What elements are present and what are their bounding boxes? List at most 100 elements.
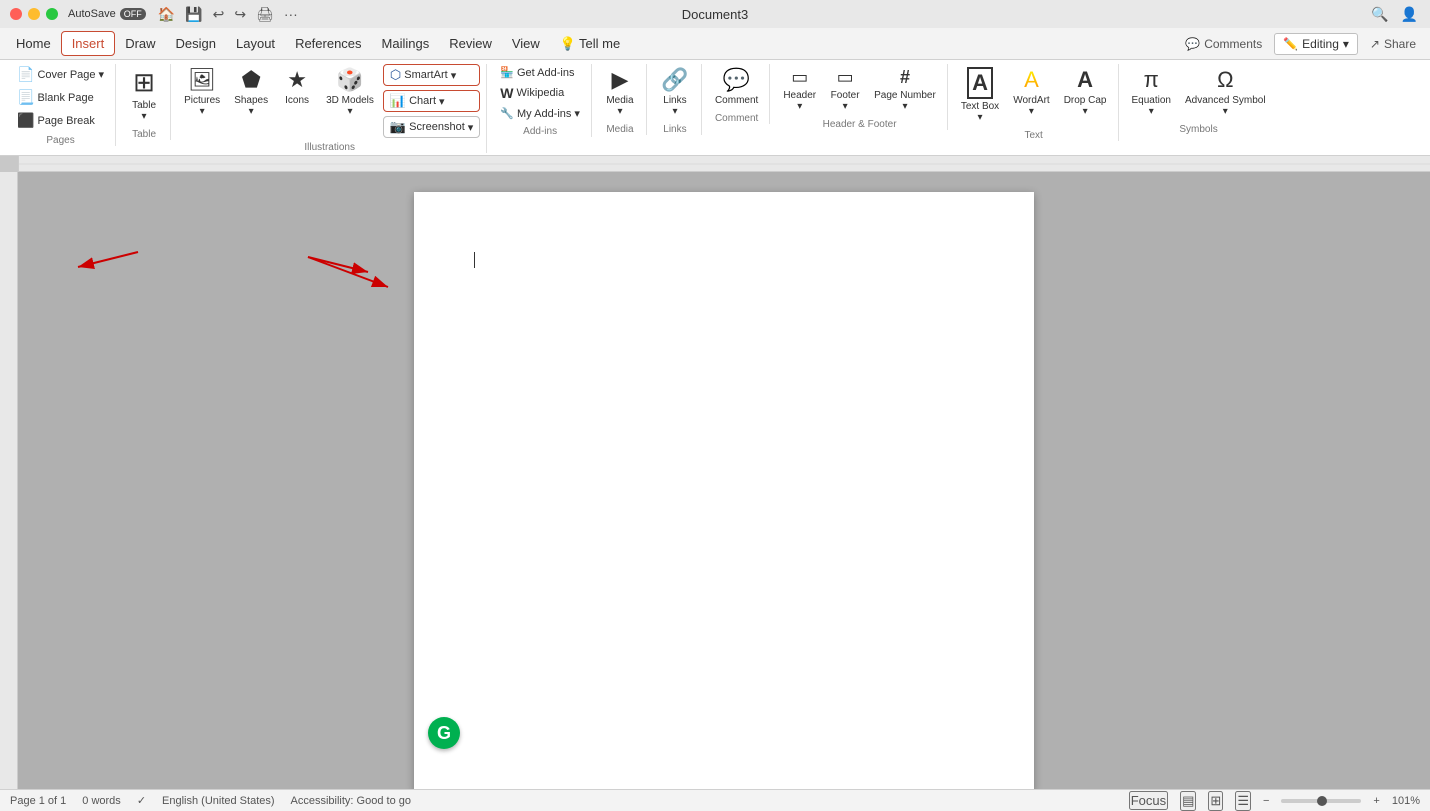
share-button[interactable]: ↗ Share [1362, 34, 1424, 54]
accessibility-info: Accessibility: Good to go [291, 795, 411, 807]
blank-page-button[interactable]: 📃 Blank Page [12, 87, 109, 108]
screenshot-dropdown: ▾ [468, 121, 474, 134]
document-scroll-area[interactable]: G [18, 172, 1430, 789]
print-button[interactable]: 🖨 [254, 4, 276, 25]
advanced-symbol-icon: Ω [1217, 67, 1233, 93]
illustrations-content: 🖼 Pictures ▾ ⬟ Shapes ▾ ★ Icons 🎲 3D Mod… [179, 64, 480, 138]
ribbon-group-symbols: π Equation ▾ Ω Advanced Symbol ▾ Symbols [1121, 64, 1277, 135]
text-box-button[interactable]: A Text Box ▾ [956, 64, 1004, 126]
text-content: A Text Box ▾ A WordArt ▾ A Drop Cap ▾ [956, 64, 1112, 126]
3d-models-button[interactable]: 🎲 3D Models ▾ [321, 64, 379, 120]
chart-button[interactable]: 📊 Chart ▾ [383, 90, 480, 112]
menu-mailings[interactable]: Mailings [372, 32, 440, 55]
ribbon-group-media: ▶ Media ▾ Media [594, 64, 647, 135]
store-icon: 🏪 [500, 66, 514, 79]
save-button[interactable]: 💾 [183, 4, 204, 25]
chart-dropdown: ▾ [439, 95, 445, 108]
comment-insert-button[interactable]: 💬 Comment [710, 64, 763, 109]
headerfooter-content: ▭ Header ▾ ▭ Footer ▾ # Page Number ▾ [778, 64, 941, 115]
document-content[interactable] [474, 252, 974, 268]
grammarly-button[interactable]: G [428, 717, 460, 749]
drop-cap-button[interactable]: A Drop Cap ▾ [1059, 64, 1112, 120]
pictures-icon: 🖼 [188, 67, 216, 93]
chart-icon: 📊 [390, 93, 406, 109]
zoom-level: 101% [1392, 795, 1420, 807]
smartart-button[interactable]: ⬡ SmartArt ▾ [383, 64, 480, 86]
links-button[interactable]: 🔗 Links ▾ [655, 64, 695, 120]
screenshot-icon: 📷 [390, 119, 406, 135]
menu-draw[interactable]: Draw [115, 32, 165, 55]
drop-cap-dropdown: ▾ [1083, 106, 1088, 117]
table-button[interactable]: ⊞ Table ▾ [124, 64, 164, 125]
links-content: 🔗 Links ▾ [655, 64, 695, 120]
equation-button[interactable]: π Equation ▾ [1127, 64, 1176, 120]
header-button[interactable]: ▭ Header ▾ [778, 64, 821, 115]
media-button[interactable]: ▶ Media ▾ [600, 64, 640, 120]
close-window-button[interactable] [10, 8, 22, 20]
links-label: Links [663, 124, 686, 135]
minimize-window-button[interactable] [28, 8, 40, 20]
share-icon: ↗ [1370, 37, 1380, 51]
comments-button[interactable]: 💬 Comments [1177, 34, 1270, 54]
smartart-dropdown: ▾ [451, 69, 457, 82]
advanced-symbol-button[interactable]: Ω Advanced Symbol ▾ [1180, 64, 1271, 120]
footer-dropdown: ▾ [843, 101, 848, 112]
ribbon-group-table: ⊞ Table ▾ Table [118, 64, 171, 140]
wikipedia-button[interactable]: W Wikipedia [495, 83, 585, 103]
web-layout-button[interactable]: ⊞ [1208, 791, 1223, 811]
redo-button[interactable]: ↪ [232, 4, 248, 25]
zoom-slider-thumb[interactable] [1317, 796, 1327, 806]
smartart-col: ⬡ SmartArt ▾ 📊 Chart ▾ 📷 Screenshot ▾ [383, 64, 480, 138]
ribbon-group-illustrations: 🖼 Pictures ▾ ⬟ Shapes ▾ ★ Icons 🎲 3D Mod… [173, 64, 487, 153]
pencil-icon: ✏️ [1283, 37, 1298, 51]
lightbulb-icon: 💡 [560, 36, 576, 52]
page-number-button[interactable]: # Page Number ▾ [869, 64, 941, 115]
menu-layout[interactable]: Layout [226, 32, 285, 55]
undo-button[interactable]: ↩ [211, 4, 227, 25]
chevron-down-icon: ▾ [1343, 37, 1349, 51]
more-button[interactable]: ··· [282, 4, 300, 24]
shapes-icon: ⬟ [242, 67, 261, 93]
text-cursor [474, 252, 475, 268]
menu-view[interactable]: View [502, 32, 550, 55]
symbols-label: Symbols [1179, 124, 1217, 135]
smartart-icon: ⬡ [390, 67, 401, 83]
screenshot-button[interactable]: 📷 Screenshot ▾ [383, 116, 480, 138]
menu-design[interactable]: Design [166, 32, 226, 55]
menu-home[interactable]: Home [6, 32, 61, 55]
3d-models-icon: 🎲 [336, 67, 363, 93]
cover-page-button[interactable]: 📄 Cover Page ▾ [12, 64, 109, 85]
pictures-button[interactable]: 🖼 Pictures ▾ [179, 64, 225, 120]
maximize-window-button[interactable] [46, 8, 58, 20]
menu-review[interactable]: Review [439, 32, 502, 55]
search-button[interactable]: 🔍 [1369, 4, 1390, 25]
wordart-button[interactable]: A WordArt ▾ [1008, 64, 1055, 120]
print-layout-button[interactable]: ▤ [1180, 791, 1196, 811]
zoom-increase[interactable]: + [1373, 795, 1379, 807]
my-addins-button[interactable]: 🔧 My Add-ins ▾ [495, 105, 585, 122]
home-button[interactable]: 🏠 [156, 4, 177, 25]
shapes-button[interactable]: ⬟ Shapes ▾ [229, 64, 273, 120]
document-page[interactable] [414, 192, 1034, 789]
autosave-toggle[interactable]: OFF [120, 8, 146, 20]
zoom-slider[interactable] [1281, 799, 1361, 803]
focus-button[interactable]: Focus [1129, 791, 1168, 810]
comment-icon: 💬 [1185, 37, 1200, 51]
page-break-button[interactable]: ⬛ Page Break [12, 110, 109, 131]
menu-references[interactable]: References [285, 32, 371, 55]
account-button[interactable]: 👤 [1399, 4, 1420, 25]
zoom-decrease[interactable]: − [1263, 795, 1269, 807]
autosave-off-label: OFF [124, 9, 142, 19]
text-box-dropdown: ▾ [977, 112, 982, 123]
horizontal-ruler [18, 156, 1430, 172]
editing-button[interactable]: ✏️ Editing ▾ [1274, 33, 1358, 55]
outline-button[interactable]: ☰ [1235, 791, 1251, 811]
get-addins-button[interactable]: 🏪 Get Add-ins [495, 64, 585, 81]
menu-tell-me[interactable]: 💡 Tell me [550, 32, 630, 56]
menu-insert[interactable]: Insert [61, 31, 116, 56]
footer-button[interactable]: ▭ Footer ▾ [825, 64, 865, 115]
header-dropdown: ▾ [797, 101, 802, 112]
icons-button[interactable]: ★ Icons [277, 64, 317, 109]
advanced-symbol-dropdown: ▾ [1223, 106, 1228, 117]
spell-check-icon: ✓ [137, 794, 146, 807]
